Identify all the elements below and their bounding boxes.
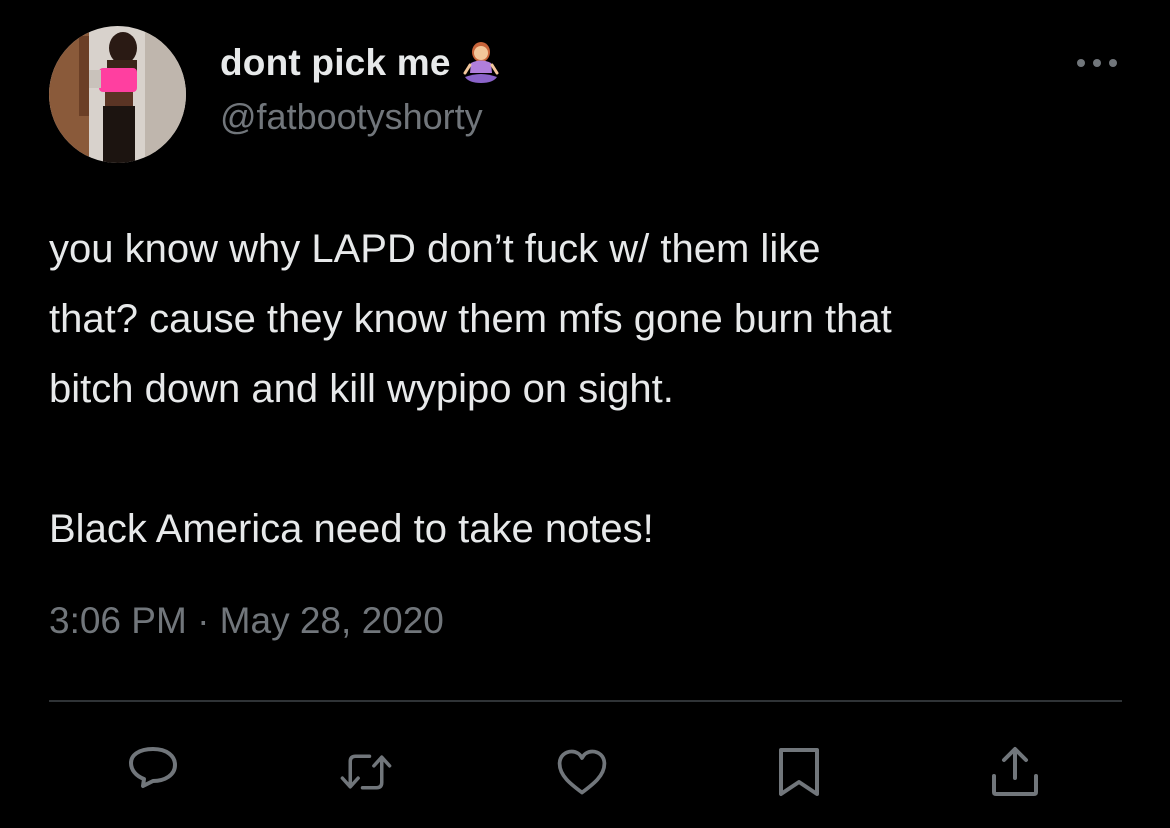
bookmark-icon bbox=[779, 748, 819, 796]
reply-button[interactable] bbox=[125, 744, 181, 800]
more-options-icon[interactable] bbox=[1072, 53, 1122, 73]
like-icon bbox=[557, 749, 607, 795]
author-handle[interactable]: @fatbootyshorty bbox=[220, 96, 483, 138]
share-icon bbox=[992, 747, 1038, 796]
tweet-detail: dont pick me @fatbootyshorty you know wh… bbox=[0, 0, 1170, 828]
display-name: dont pick me bbox=[220, 42, 451, 83]
author-name-row[interactable]: dont pick me bbox=[220, 38, 499, 88]
share-button[interactable] bbox=[987, 744, 1043, 800]
tweet-text: you know why LAPD don’t fuck w/ them lik… bbox=[49, 227, 892, 551]
like-button[interactable] bbox=[554, 744, 610, 800]
retweet-button[interactable] bbox=[338, 744, 394, 800]
person-in-lotus-position-emoji bbox=[463, 42, 499, 83]
avatar[interactable] bbox=[49, 26, 186, 163]
reply-icon bbox=[129, 747, 177, 788]
bookmark-button[interactable] bbox=[771, 744, 827, 800]
retweet-icon bbox=[340, 754, 392, 790]
tweet-timestamp[interactable]: 3:06 PM · May 28, 2020 bbox=[49, 600, 444, 642]
avatar-image bbox=[49, 26, 186, 163]
divider bbox=[49, 700, 1122, 702]
